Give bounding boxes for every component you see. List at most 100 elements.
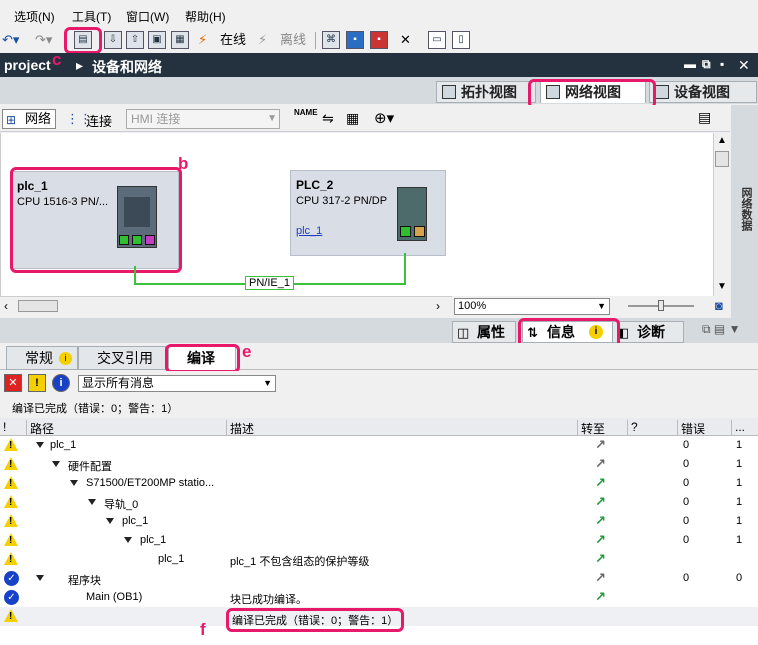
name-icon[interactable]: NAME	[294, 109, 318, 117]
accessible-devices-icon[interactable]: ⌘	[322, 31, 340, 49]
goto-arrow-icon[interactable]: ↗	[595, 533, 607, 546]
warning-icon	[4, 438, 18, 451]
redo-icon[interactable]: ↷▾	[35, 31, 52, 49]
goto-arrow-icon[interactable]: ↗	[595, 495, 607, 508]
stop-sim-icon[interactable]: ▪	[370, 31, 388, 49]
undo-icon[interactable]: ↶▾	[2, 31, 19, 49]
table-icon[interactable]: ▦	[346, 110, 359, 127]
network-canvas[interactable]: plc_1 CPU 1516-3 PN/... PLC_2 CPU 317-2 …	[0, 133, 713, 296]
network-label[interactable]: PN/IE_1	[245, 276, 294, 290]
column-more[interactable]: ...	[731, 420, 745, 435]
cross-icon[interactable]: ✕	[400, 31, 411, 49]
goto-arrow-icon[interactable]: ↗	[595, 552, 607, 565]
table-row[interactable]: 编译已完成（错误：0；警告：1）	[0, 607, 758, 632]
expand-arrow-icon[interactable]	[36, 442, 44, 448]
expand-arrow-icon[interactable]	[124, 537, 132, 543]
compile-icon[interactable]: ▤	[74, 31, 92, 49]
tab-cross-reference[interactable]: 交叉引用	[78, 346, 166, 370]
goto-arrow-icon[interactable]: ↗	[595, 476, 607, 489]
menu-options[interactable]: 选项(N)	[14, 8, 55, 25]
split-vertical-icon[interactable]: ▯	[452, 31, 470, 49]
scroll-up-icon[interactable]: ▲	[717, 135, 727, 146]
maximize-icon[interactable]: ▪	[720, 57, 724, 71]
go-offline-icon[interactable]: ⚡	[258, 31, 267, 49]
column-question[interactable]: ?	[627, 420, 638, 435]
address-icon[interactable]: ⇋	[322, 110, 334, 127]
tab-topology-view[interactable]: 拓扑视图	[436, 81, 536, 103]
goto-arrow-icon[interactable]: ↗	[595, 438, 607, 451]
go-online-icon[interactable]: ⚡	[198, 31, 207, 49]
goto-arrow-icon[interactable]: ↗	[595, 514, 607, 527]
h-scroll-thumb[interactable]	[18, 300, 58, 312]
table-row[interactable]: plc_1 ↗ 0 1	[0, 531, 758, 550]
start-sim-icon[interactable]: ▪	[346, 31, 364, 49]
go-online-button[interactable]: 在线	[220, 31, 246, 49]
menu-tools[interactable]: 工具(T)	[72, 8, 111, 25]
tab-device-view[interactable]: 设备视图	[649, 81, 757, 103]
table-row[interactable]: plc_1 plc_1 不包含组态的保护等级 ↗	[0, 550, 758, 569]
path-cell: plc_1	[140, 534, 167, 546]
network-mode-label: 网络	[25, 111, 52, 126]
go-offline-button[interactable]: 离线	[280, 31, 306, 49]
column-goto[interactable]: 转至	[577, 420, 605, 436]
zoom-slider-handle[interactable]	[658, 300, 664, 311]
table-row[interactable]: plc_1 ↗ 0 1	[0, 512, 758, 531]
scroll-left-icon[interactable]: ‹	[4, 299, 8, 313]
zoom-slider[interactable]	[628, 300, 694, 311]
table-row[interactable]: plc_1 ↗ 0 1	[0, 436, 758, 455]
scroll-right-icon[interactable]: ›	[436, 299, 440, 313]
tab-diagnostics[interactable]: ◧ 诊断	[612, 321, 684, 343]
network-mode-button[interactable]: ⊞ 网络	[2, 109, 56, 129]
panel-options-icon[interactable]: ⧉ ▤ ▼	[702, 322, 740, 337]
connection-type-value: HMI 连接	[131, 112, 181, 126]
upload-icon[interactable]: ⇧	[126, 31, 144, 49]
tab-properties[interactable]: ◫ 属性	[452, 321, 516, 343]
network-data-side-tab[interactable]: 网络数据	[731, 105, 758, 318]
close-icon[interactable]: ✕	[738, 57, 750, 74]
menu-help[interactable]: 帮助(H)	[185, 8, 226, 25]
goto-arrow-icon[interactable]: ↗	[595, 457, 607, 470]
device-icon[interactable]: ▣	[148, 31, 166, 49]
expand-arrow-icon[interactable]	[106, 518, 114, 524]
message-filter-select[interactable]: 显示所有消息 ▼	[78, 375, 276, 392]
expand-arrow-icon[interactable]	[36, 575, 44, 581]
warning-filter-icon[interactable]: !	[28, 374, 46, 392]
simulate-icon[interactable]: ▦	[171, 31, 189, 49]
download-icon[interactable]: ⇩	[104, 31, 122, 49]
table-row[interactable]: 硬件配置 ↗ 0 1	[0, 455, 758, 474]
zoom-select[interactable]: 100% ▼	[454, 298, 610, 315]
canvas-vertical-scrollbar[interactable]: ▲ ▼	[713, 133, 730, 296]
table-row[interactable]: ✓ 程序块 ↗ 0 0	[0, 569, 758, 588]
canvas-horizontal-scrollbar[interactable]: ‹ ›	[0, 296, 452, 315]
table-row[interactable]: 导轨_0 ↗ 0 1	[0, 493, 758, 512]
scroll-thumb[interactable]	[715, 151, 729, 167]
goto-arrow-icon[interactable]: ↗	[595, 571, 607, 584]
expand-arrow-icon[interactable]	[88, 499, 96, 505]
column-errors[interactable]: 错误	[677, 420, 705, 436]
split-horizontal-icon[interactable]: ▭	[428, 31, 446, 49]
connection-type-select[interactable]: HMI 连接 ▼	[126, 109, 280, 129]
column-flag[interactable]: !	[0, 420, 6, 435]
table-row[interactable]: ✓ Main (OB1) 块已成功编译。 ↗	[0, 588, 758, 607]
warnings-cell: 0	[736, 572, 743, 584]
restore-icon[interactable]: ⧉	[702, 57, 711, 72]
info-filter-icon[interactable]: i	[52, 374, 70, 392]
overview-nav-icon[interactable]: ◙	[715, 298, 723, 313]
connect-button[interactable]: 连接	[86, 111, 112, 130]
goto-arrow-icon[interactable]: ↗	[595, 590, 607, 603]
error-filter-icon[interactable]: ✕	[4, 374, 22, 392]
annotation-b: b	[178, 154, 189, 173]
expand-arrow-icon[interactable]	[70, 480, 78, 486]
tab-label: 设备视图	[674, 84, 730, 100]
expand-arrow-icon[interactable]	[52, 461, 60, 467]
overview-icon[interactable]: ▤	[698, 109, 711, 126]
tab-general[interactable]: 常规 i	[6, 346, 78, 370]
zoom-icon[interactable]: ⊕▾	[374, 109, 394, 127]
column-description[interactable]: 描述	[226, 420, 254, 436]
minimize-icon[interactable]: ▬	[684, 57, 696, 71]
column-path[interactable]: 路径	[26, 420, 54, 436]
menu-window[interactable]: 窗口(W)	[126, 8, 169, 25]
scroll-down-icon[interactable]: ▼	[717, 281, 727, 292]
table-row[interactable]: S71500/ET200MP statio... ↗ 0 1	[0, 474, 758, 493]
compile-status-text: 编译已完成（错误：0；警告：1）	[12, 403, 179, 415]
